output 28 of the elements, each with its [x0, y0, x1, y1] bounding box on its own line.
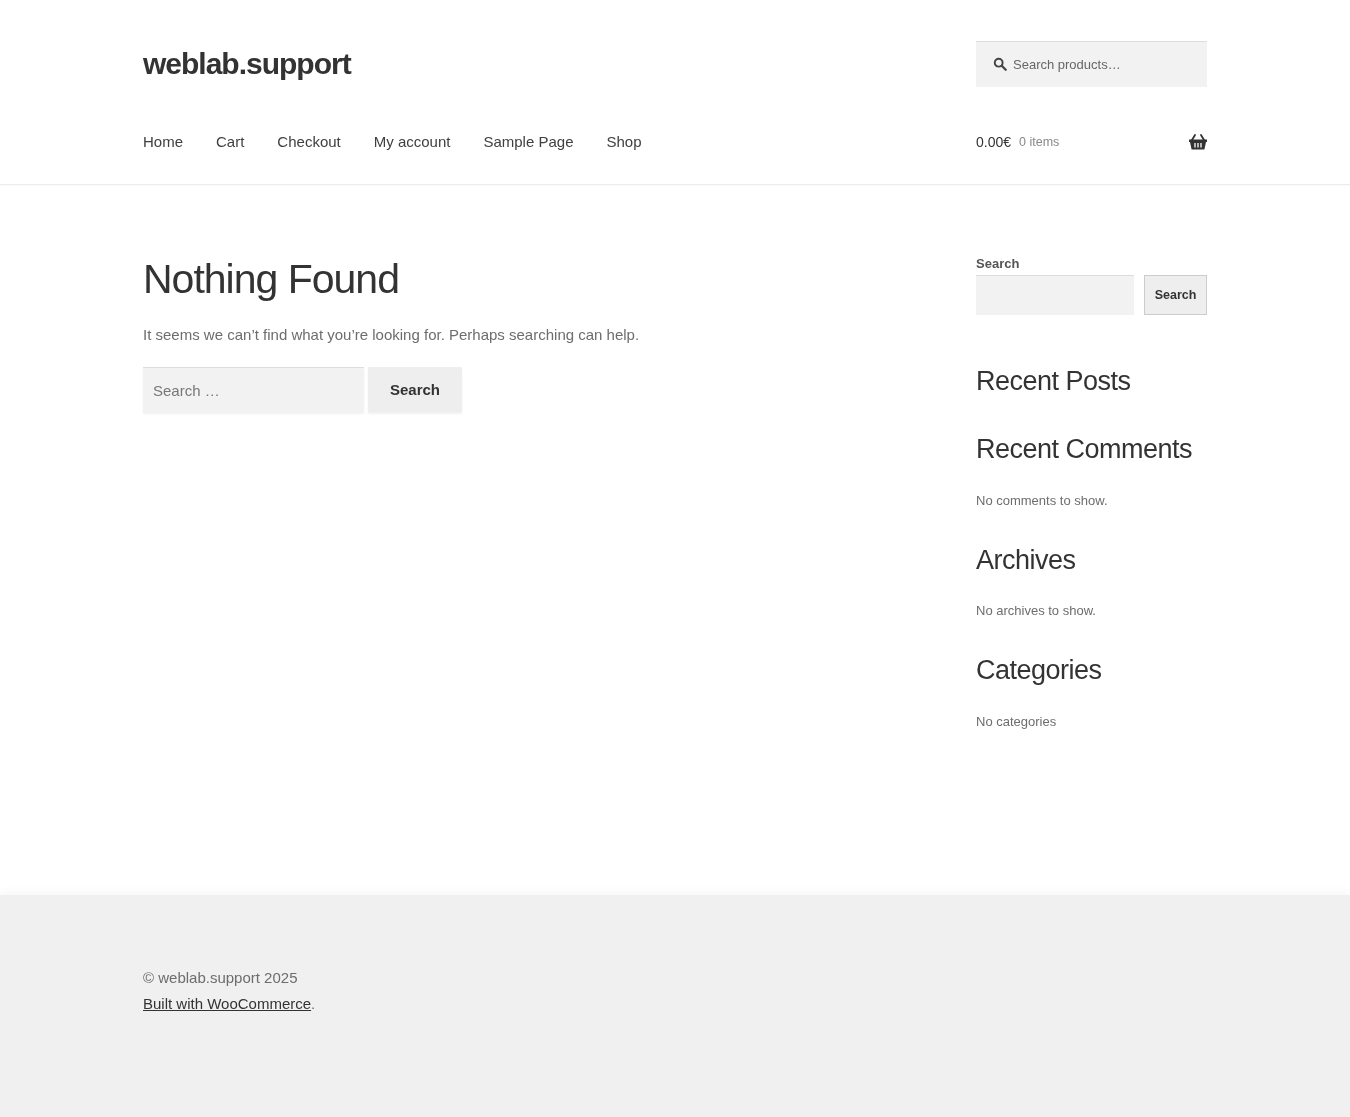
- copyright-text: © weblab.support 2025: [143, 968, 299, 988]
- widget-text: No comments to show.: [976, 492, 1109, 508]
- widget-label: Search: [976, 256, 1021, 271]
- widget-text: No archives to show.: [976, 603, 1097, 619]
- basket-icon[interactable]: [1189, 133, 1207, 150]
- cart-count[interactable]: 0 items: [1019, 134, 1060, 149]
- credit-link[interactable]: Built with WooCommerce: [143, 995, 312, 1012]
- widget-title: Categories: [976, 654, 1103, 687]
- nav-link[interactable]: Checkout: [277, 133, 341, 150]
- widget-title: Archives: [976, 543, 1077, 577]
- credit-period: .: [311, 995, 316, 1012]
- widget-title: Recent Posts: [976, 365, 1132, 398]
- cart-total[interactable]: 0.00€: [976, 133, 1012, 150]
- nav-link[interactable]: Cart: [216, 133, 245, 150]
- search-button[interactable]: Search: [368, 367, 462, 413]
- page-heading: Nothing Found: [143, 255, 400, 304]
- site-title[interactable]: weblab.support: [143, 47, 351, 81]
- nav-link[interactable]: Sample Page: [483, 133, 574, 150]
- search-field[interactable]: [976, 275, 1134, 315]
- widget-text: No categories: [976, 713, 1058, 729]
- widget-title: Recent Comments: [976, 433, 1194, 466]
- nav-link[interactable]: Shop: [606, 133, 642, 150]
- nav-link[interactable]: Home: [143, 133, 183, 150]
- search-field[interactable]: Search products…: [976, 41, 1207, 87]
- search-field[interactable]: Search …: [143, 367, 364, 413]
- message-text: It seems we can’t find what you’re looking for. Perhaps searching can help.: [143, 326, 641, 344]
- nav-link[interactable]: My account: [373, 133, 451, 150]
- search-button[interactable]: Search: [1144, 275, 1207, 315]
